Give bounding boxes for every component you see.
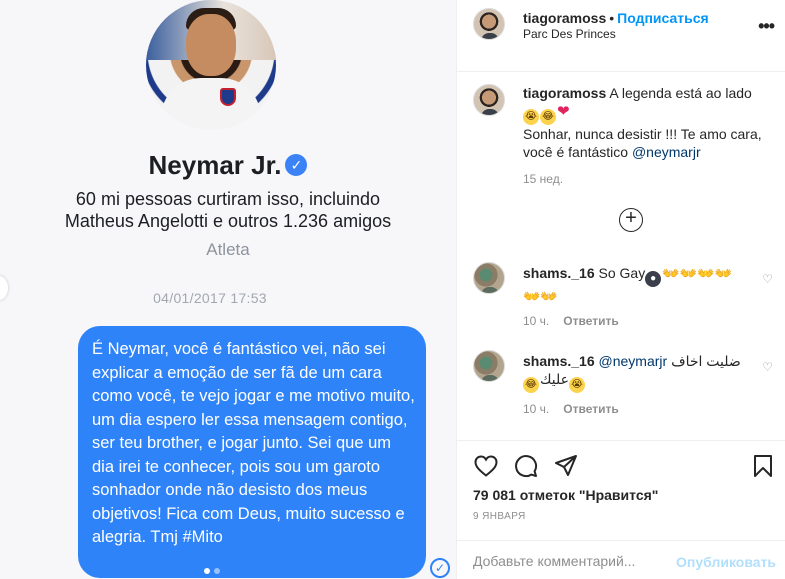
comment-text: ضليت اخاف <box>671 353 741 369</box>
crying-laughing-emoji-icon: 😂 <box>540 109 556 125</box>
bookmark-icon[interactable] <box>750 453 776 479</box>
hands-emoji-icon: 👐👐👐👐 <box>662 265 732 281</box>
comment-input[interactable] <box>473 553 673 569</box>
comment-text: So Gay <box>598 265 646 281</box>
profile-name: Neymar Jr. <box>148 150 282 180</box>
profile-photo <box>146 0 276 130</box>
comment-like-heart-icon[interactable]: ♡ <box>762 272 773 286</box>
load-more-comments-icon[interactable]: + <box>619 208 643 232</box>
caption-age: 15 нед. <box>523 172 564 186</box>
more-options-icon[interactable]: ••• <box>758 16 775 37</box>
hands-emoji-icon: 👐👐 <box>523 288 558 304</box>
likes-line: 60 mi pessoas curtiram isso, incluindo <box>75 189 381 209</box>
crying-emoji-icon: 😭 <box>569 377 586 393</box>
comment-like-heart-icon[interactable]: ♡ <box>762 360 773 374</box>
reply-button[interactable]: Ответить <box>563 402 618 416</box>
reply-button[interactable]: Ответить <box>563 314 618 328</box>
page-likes-summary: 60 mi pessoas curtiram isso, incluindo M… <box>0 188 456 232</box>
post-media[interactable]: Neymar Jr. ✓ 60 mi pessoas curtiram isso,… <box>0 0 456 579</box>
share-icon[interactable] <box>553 453 579 479</box>
post-header: tiagoramoss • Подписаться Parc Des Princes… <box>457 0 785 72</box>
message-timestamp: 04/01/2017 17:53 <box>153 290 267 306</box>
comment-mention[interactable]: @neymarjr <box>599 353 668 369</box>
post-date: 9 ЯНВАРЯ <box>473 511 526 522</box>
author-username[interactable]: tiagoramoss <box>523 10 606 26</box>
comments-panel: tiagoramoss • Подписаться Parc Des Princes… <box>456 0 785 579</box>
crying-laughing-emoji-icon: 😭 <box>523 109 539 125</box>
carousel-dot-active <box>204 568 210 574</box>
seen-check-icon: ✓ <box>430 558 450 578</box>
separator: • <box>609 10 615 26</box>
likes-line: Matheus Angelotti e outros 1.236 amigos <box>64 211 392 231</box>
psg-badge-icon <box>220 88 236 106</box>
caption-avatar[interactable] <box>473 84 505 116</box>
publish-button[interactable]: Опубликовать <box>676 554 776 570</box>
new-moon-face-emoji-icon: ● <box>645 271 662 287</box>
carousel-dot <box>214 568 220 574</box>
comment-text: عليك <box>540 371 570 387</box>
profile-category: Atleta <box>206 240 250 259</box>
carousel-dots <box>204 568 220 574</box>
tears-of-joy-emoji-icon: 😂 <box>523 377 539 393</box>
likes-count[interactable]: 79 081 отметок "Нравится" <box>473 487 658 503</box>
post-location[interactable]: Parc Des Princes <box>523 27 616 41</box>
verified-badge-icon: ✓ <box>285 154 308 177</box>
post-actions: 79 081 отметок "Нравится" 9 ЯНВАРЯ <box>457 440 785 536</box>
follow-button[interactable]: Подписаться <box>617 10 709 26</box>
comment-icon[interactable] <box>513 453 539 479</box>
commenter-avatar[interactable] <box>473 350 505 382</box>
caption-mention[interactable]: @neymarjr <box>632 144 701 160</box>
message-bubble: É Neymar, você é fantástico vei, não sei… <box>78 326 426 578</box>
heart-icon[interactable] <box>473 453 499 479</box>
red-heart-emoji-icon: ❤ <box>557 103 570 120</box>
author-avatar[interactable] <box>473 8 505 40</box>
instagram-post: Neymar Jr. ✓ 60 mi pessoas curtiram isso,… <box>0 0 785 579</box>
commenter-username[interactable]: shams._16 <box>523 265 595 281</box>
add-comment-bar: Опубликовать <box>457 540 785 579</box>
profile-name-row: Neymar Jr. ✓ <box>0 150 456 181</box>
commenter-avatar[interactable] <box>473 262 505 294</box>
comment-age: 10 ч. <box>523 314 550 328</box>
caption-username[interactable]: tiagoramoss <box>523 85 606 101</box>
comment-age: 10 ч. <box>523 402 550 416</box>
commenter-username[interactable]: shams._16 <box>523 353 595 369</box>
caption-text: A legenda está ao lado <box>609 85 752 101</box>
